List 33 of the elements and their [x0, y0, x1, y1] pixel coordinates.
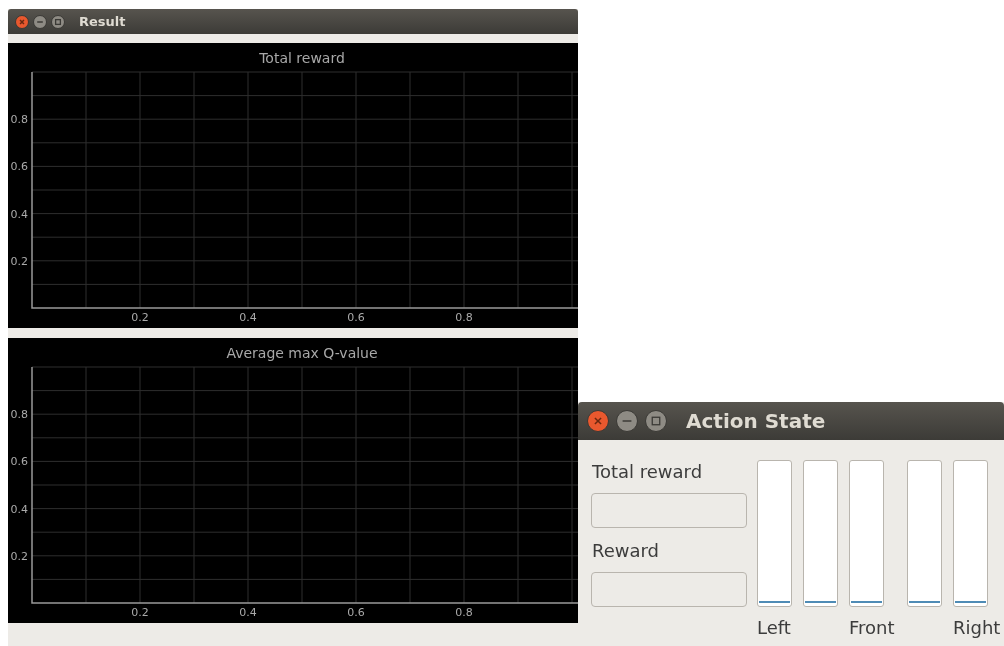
close-icon[interactable]	[587, 410, 609, 432]
chart-title: Total reward	[259, 50, 345, 66]
maximize-icon[interactable]	[51, 14, 65, 29]
x-tick-label: 0.2	[131, 606, 149, 619]
x-tick-label: 0.6	[347, 606, 365, 619]
x-tick-label: 0.6	[347, 311, 365, 324]
field-label: Reward	[592, 540, 661, 562]
field-label: Total reward	[592, 461, 704, 483]
maximize-icon[interactable]	[645, 410, 667, 432]
y-tick-label: 0.6	[10, 160, 28, 174]
y-tick-label: 0.8	[10, 113, 28, 127]
window-title: Result	[79, 14, 126, 29]
x-tick-label: 0.2	[131, 311, 149, 324]
x-tick-label: 0.8	[455, 606, 473, 619]
x-tick-label: 0.4	[239, 311, 257, 324]
bar-label: Front	[849, 617, 895, 639]
y-tick-label: 0.4	[10, 207, 28, 221]
bar-label: Right	[953, 617, 1001, 639]
input-field[interactable]	[591, 493, 747, 528]
window-title: Action State	[686, 409, 826, 433]
bar-label: Left	[757, 617, 791, 639]
minimize-icon[interactable]	[616, 410, 638, 432]
y-tick-label: 0.4	[10, 502, 28, 516]
y-tick-label: 0.6	[10, 455, 28, 469]
chart-title: Average max Q-value	[226, 345, 378, 361]
input-field[interactable]	[591, 572, 747, 607]
y-tick-label: 0.8	[10, 408, 28, 422]
x-tick-label: 0.4	[239, 606, 257, 619]
x-tick-label: 0.8	[455, 311, 473, 324]
y-tick-label: 0.2	[10, 254, 28, 268]
minimize-icon[interactable]	[33, 14, 47, 29]
y-tick-label: 0.2	[10, 549, 28, 563]
close-icon[interactable]	[15, 14, 29, 29]
